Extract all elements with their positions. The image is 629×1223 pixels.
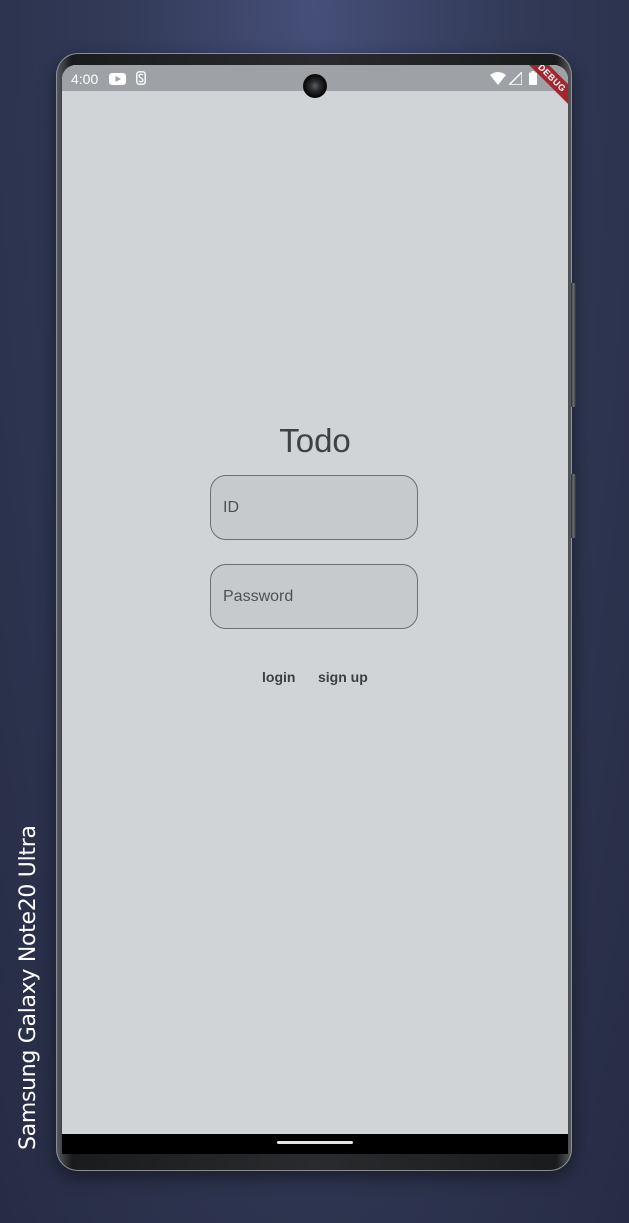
navigation-bar	[62, 1134, 568, 1154]
signup-button[interactable]: sign up	[318, 669, 368, 685]
login-button[interactable]: login	[262, 669, 295, 685]
id-field[interactable]	[210, 475, 418, 540]
youtube-icon	[109, 72, 126, 90]
front-camera	[303, 74, 327, 98]
app-screen: 4:00 DEBUG Todo ID login sign up	[62, 65, 568, 1152]
battery-icon	[529, 71, 537, 90]
cellular-signal-icon	[507, 70, 523, 90]
password-input[interactable]	[211, 565, 417, 628]
app-title: Todo	[279, 422, 351, 459]
device-model-label: Samsung Galaxy Note20 Ultra	[16, 825, 41, 1150]
home-indicator[interactable]	[277, 1141, 353, 1144]
wifi-icon	[490, 72, 506, 90]
id-input[interactable]	[211, 476, 417, 539]
password-field[interactable]	[210, 564, 418, 629]
power-button	[571, 474, 576, 538]
volume-button	[571, 283, 576, 407]
s-app-icon	[136, 71, 146, 90]
status-time: 4:00	[71, 71, 99, 87]
